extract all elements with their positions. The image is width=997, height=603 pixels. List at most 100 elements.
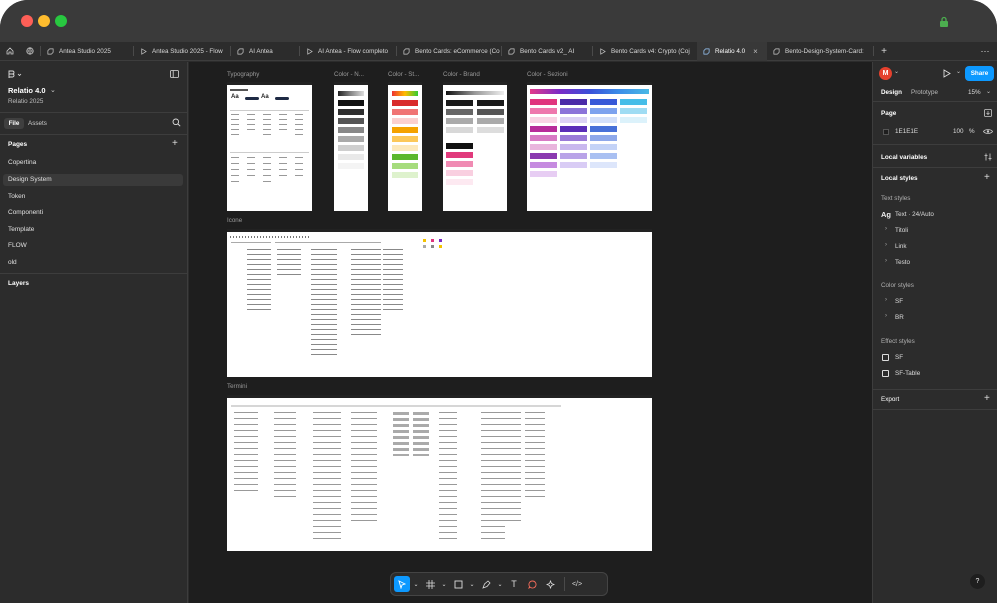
home-button[interactable] xyxy=(0,42,20,61)
share-button[interactable]: Share xyxy=(965,66,994,81)
add-style-icon[interactable]: + xyxy=(984,172,990,183)
color-style-group-br[interactable]: BR xyxy=(895,314,904,321)
tab-bento-design-system[interactable]: Bento-Design-System-Card: xyxy=(767,42,873,61)
shape-tool-dropdown[interactable]: ⌄ xyxy=(468,576,476,592)
more-menu-button[interactable]: ⋯ xyxy=(973,42,997,61)
pen-tool-button[interactable] xyxy=(478,576,494,592)
chevron-right-icon: › xyxy=(885,258,887,264)
main-menu-icon[interactable] xyxy=(8,70,22,79)
comment-tool-button[interactable] xyxy=(524,576,540,592)
local-variables-header[interactable]: Local variables xyxy=(881,154,927,161)
tab-antea-studio[interactable]: Antea Studio 2025 xyxy=(41,42,133,61)
frame-label-termini[interactable]: Termini xyxy=(227,383,247,390)
frame-label-color-brand[interactable]: Color - Brand xyxy=(443,71,480,78)
page-item-componenti[interactable]: Componenti xyxy=(8,209,43,216)
tab-label: Bento-Design-System-Card: xyxy=(785,47,864,55)
frame-typography[interactable]: Aa Aa xyxy=(227,82,312,211)
frame-label-color-n[interactable]: Color - N... xyxy=(334,71,364,78)
frame-color-st[interactable] xyxy=(388,82,422,211)
toggle-sidebar-icon[interactable] xyxy=(170,70,179,78)
design-file-icon xyxy=(47,48,54,54)
tab-bento-crypto[interactable]: Bento Cards v4: Crypto (Coj xyxy=(593,42,697,61)
effect-style-sf[interactable]: SF xyxy=(895,354,903,361)
file-tab[interactable]: File xyxy=(4,118,24,129)
frame-label-typography[interactable]: Typography xyxy=(227,71,259,78)
community-button[interactable] xyxy=(20,42,40,61)
close-tab-icon[interactable]: × xyxy=(753,47,758,56)
rectangle-icon xyxy=(454,580,462,588)
close-window-button[interactable] xyxy=(21,15,33,27)
tab-bento-ai[interactable]: Bento Cards v2_ AI xyxy=(502,42,592,61)
assets-tab[interactable]: Assets xyxy=(28,120,47,127)
text-style-group-link[interactable]: Link xyxy=(895,243,907,250)
color-styles-header: Color styles xyxy=(881,282,914,289)
page-section-header: Page xyxy=(881,110,897,117)
tab-antea-flow[interactable]: Antea Studio 2025 - Flow xyxy=(134,42,230,61)
tab-bento-ecommerce[interactable]: Bento Cards: eCommerce (Co xyxy=(397,42,501,61)
variables-icon[interactable] xyxy=(984,153,992,161)
search-icon[interactable] xyxy=(172,118,181,127)
effect-style-sf-table[interactable]: SF-Table xyxy=(895,370,920,377)
effect-style-icon xyxy=(882,354,889,361)
chevron-down-icon[interactable]: ⌄ xyxy=(50,86,56,94)
canvas[interactable]: Typography Aa Aa Color - N... Color - St… xyxy=(189,62,872,603)
frame-color-sezioni[interactable] xyxy=(527,82,652,211)
frame-color-n[interactable] xyxy=(334,82,368,211)
move-tool-dropdown[interactable]: ⌄ xyxy=(412,576,420,592)
help-button[interactable]: ? xyxy=(970,574,985,589)
text-style-group-titoli[interactable]: Titoli xyxy=(895,227,908,234)
move-tool-button[interactable] xyxy=(394,576,410,592)
prototype-file-icon xyxy=(600,47,606,55)
maximize-window-button[interactable] xyxy=(55,15,67,27)
frame-tool-button[interactable] xyxy=(422,576,438,592)
tab-prototype[interactable]: Prototype xyxy=(911,89,938,96)
pen-tool-dropdown[interactable]: ⌄ xyxy=(496,576,504,592)
tab-ai-antea[interactable]: AI Antea xyxy=(231,42,299,61)
export-page-icon[interactable] xyxy=(984,109,992,117)
title-bar xyxy=(0,0,997,42)
effect-style-icon xyxy=(882,370,889,377)
text-style-group-testo[interactable]: Testo xyxy=(895,259,910,266)
actions-tool-button[interactable] xyxy=(542,576,558,592)
page-color-value[interactable]: 1E1E1E xyxy=(895,128,918,135)
tab-ai-antea-flow[interactable]: AI Antea - Flow completo xyxy=(300,42,396,61)
present-dropdown-icon[interactable]: ⌄ xyxy=(956,68,961,75)
frame-label-color-sezioni[interactable]: Color - Sezioni xyxy=(527,71,568,78)
frame-label-icone[interactable]: Icone xyxy=(227,217,242,224)
minimize-window-button[interactable] xyxy=(38,15,50,27)
avatar[interactable]: M xyxy=(879,67,892,80)
tab-relatio[interactable]: Relatio 4.0 × xyxy=(697,41,767,61)
page-item-flow[interactable]: FLOW xyxy=(8,242,27,249)
export-header[interactable]: Export xyxy=(881,396,899,403)
page-item-token[interactable]: Token xyxy=(8,193,25,200)
frame-tool-dropdown[interactable]: ⌄ xyxy=(440,576,448,592)
new-tab-button[interactable]: + xyxy=(874,42,894,61)
text-tool-button[interactable]: T xyxy=(506,576,522,592)
file-name[interactable]: Relatio 4.0 xyxy=(8,86,46,95)
design-file-icon xyxy=(403,48,410,54)
zoom-level[interactable]: 15% xyxy=(968,89,981,96)
page-item-old[interactable]: old xyxy=(8,259,17,266)
page-item-copertina[interactable]: Copertina xyxy=(8,159,36,166)
add-page-icon[interactable]: + xyxy=(172,138,178,149)
color-style-group-sf[interactable]: SF xyxy=(895,298,903,305)
page-opacity-value[interactable]: 100 xyxy=(953,128,964,135)
frame-label-color-st[interactable]: Color - St... xyxy=(388,71,419,78)
frame-termini[interactable] xyxy=(227,395,652,551)
page-item-template[interactable]: Template xyxy=(8,226,34,233)
frame-color-brand[interactable] xyxy=(443,82,507,211)
frame-icone[interactable] xyxy=(227,229,652,377)
chevron-down-icon[interactable]: ⌄ xyxy=(894,68,899,75)
text-style-main[interactable]: Text · 24/Auto xyxy=(895,211,934,218)
visibility-eye-icon[interactable] xyxy=(983,128,993,135)
tab-label: AI Antea - Flow completo xyxy=(318,47,388,55)
present-play-icon[interactable] xyxy=(943,69,951,78)
page-item-design-system[interactable]: Design System xyxy=(8,176,52,183)
zoom-dropdown-icon[interactable]: ⌄ xyxy=(986,88,991,95)
tab-design[interactable]: Design xyxy=(881,89,902,96)
dev-mode-toggle[interactable]: </> xyxy=(569,576,585,592)
home-icon xyxy=(6,47,14,55)
shape-tool-button[interactable] xyxy=(450,576,466,592)
add-export-icon[interactable]: + xyxy=(984,393,990,404)
page-color-swatch[interactable] xyxy=(883,129,889,135)
